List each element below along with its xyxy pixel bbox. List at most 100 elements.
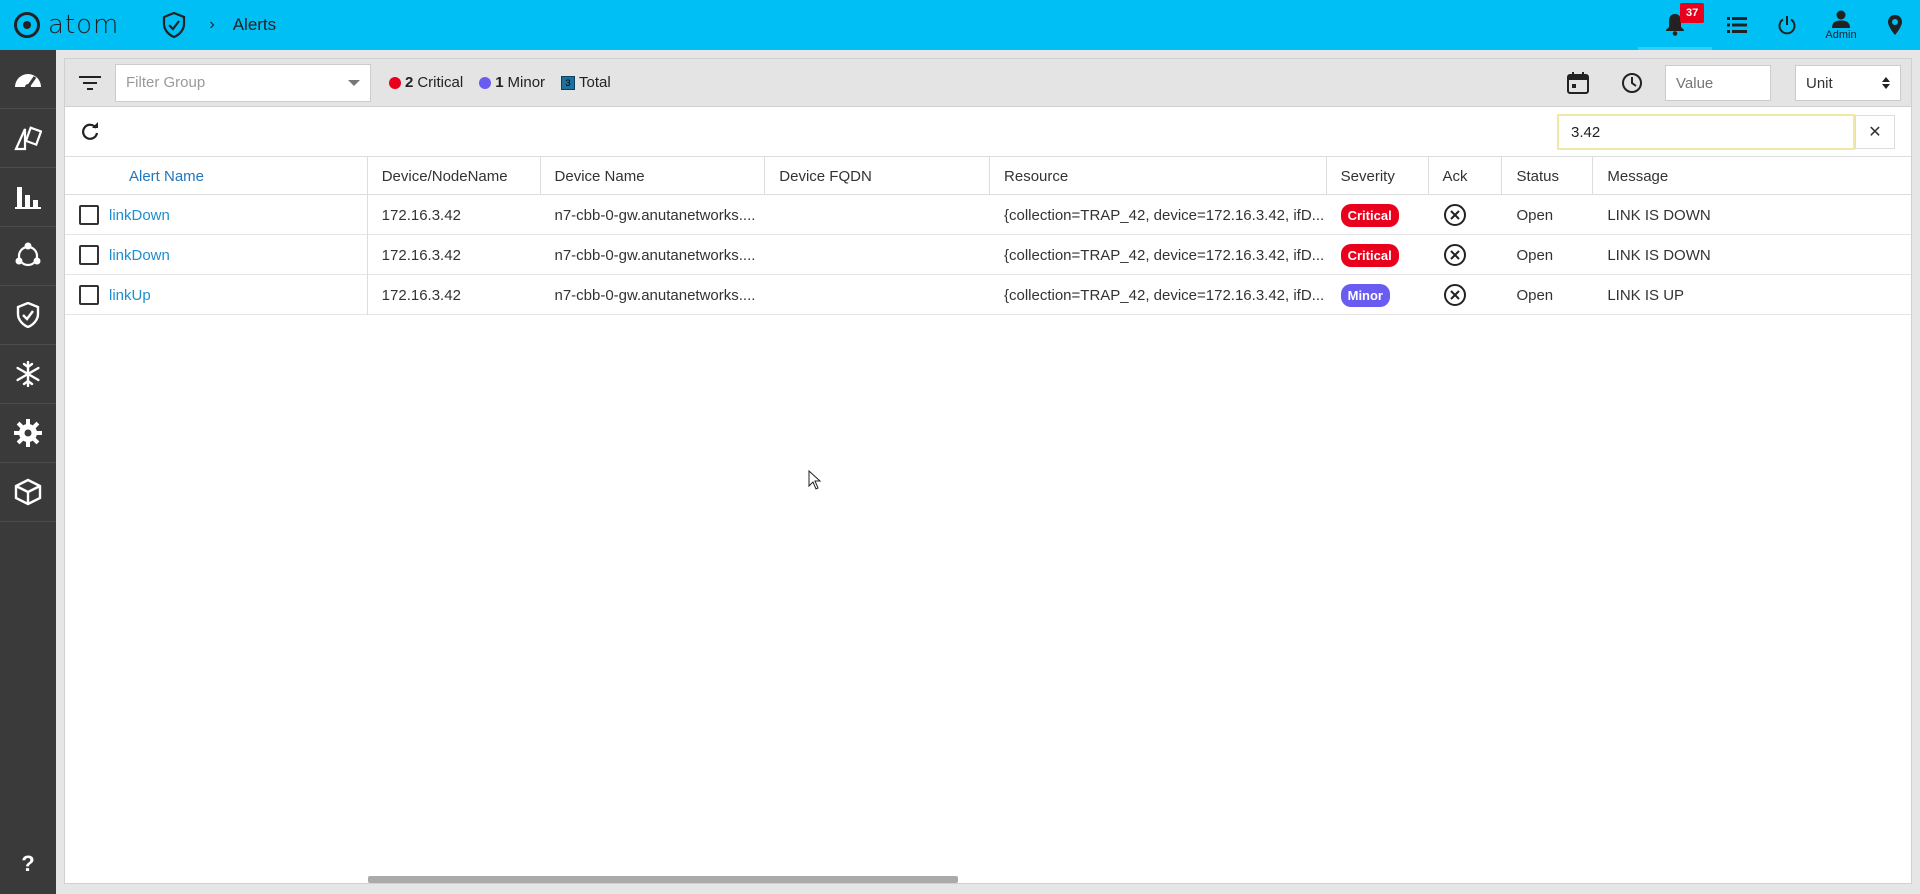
alert-name-cell: linkDown [65, 195, 368, 235]
device-name-cell: n7-cbb-0-gw.anutanetworks.... [554, 246, 756, 264]
calendar-button[interactable] [1551, 64, 1605, 102]
atom-logo-icon [14, 12, 40, 38]
ack-cell [1429, 195, 1503, 235]
table-row[interactable]: linkDown 172.16.3.42 n7-cbb-0-gw.anutane… [65, 235, 1911, 275]
shield-check-icon[interactable] [161, 12, 187, 38]
ack-close-circle-icon[interactable] [1443, 283, 1467, 307]
resource-cell: {collection=TRAP_42, device=172.16.3.42,… [1003, 286, 1325, 304]
shield-check-icon [16, 302, 40, 328]
critical-summary[interactable]: 2 Critical [389, 74, 463, 91]
column-header-status[interactable]: Status [1502, 157, 1594, 195]
ack-close-circle-icon[interactable] [1443, 243, 1467, 267]
location-pin-icon [1888, 15, 1902, 35]
severity-badge: Critical [1340, 243, 1399, 267]
filter-button[interactable] [65, 59, 115, 107]
column-header-severity[interactable]: Severity [1327, 157, 1429, 195]
ack-close-circle-icon[interactable] [1443, 203, 1467, 227]
message-cell: LINK IS DOWN [1607, 246, 1711, 264]
chevron-right-icon: › [209, 16, 215, 33]
alert-name-link[interactable]: linkUp [109, 287, 151, 304]
search-input[interactable] [1557, 114, 1855, 150]
severity-cell: Critical [1327, 235, 1429, 275]
column-header-alert-name[interactable]: Alert Name [65, 157, 368, 195]
critical-count: 2 [405, 74, 414, 91]
resource-cell: {collection=TRAP_42, device=172.16.3.42,… [1003, 206, 1325, 224]
table-row[interactable]: linkDown 172.16.3.42 n7-cbb-0-gw.anutane… [65, 195, 1911, 235]
message-cell: LINK IS UP [1607, 286, 1685, 304]
search-row: ✕ [65, 107, 1911, 157]
ack-cell [1429, 275, 1503, 315]
unit-select[interactable]: Unit [1795, 65, 1901, 101]
node-cell: 172.16.3.42 [381, 206, 461, 224]
filter-group-select[interactable]: Filter Group [115, 63, 371, 102]
time-button[interactable] [1605, 64, 1659, 102]
critical-dot-icon [389, 76, 401, 89]
table-row[interactable]: linkUp 172.16.3.42 n7-cbb-0-gw.anutanetw… [65, 275, 1911, 315]
list-view-button[interactable] [1712, 0, 1762, 50]
horizontal-scrollbar[interactable] [368, 876, 958, 883]
total-label: Total [579, 74, 611, 91]
column-header-message[interactable]: Message [1593, 157, 1911, 195]
network-cycle-icon [15, 242, 41, 267]
clear-search-button[interactable]: ✕ [1855, 115, 1895, 149]
fqdn-cell [765, 195, 990, 235]
top-bar: atom › Alerts 37 Admin [0, 0, 1920, 50]
sidebar-item-dashboard[interactable] [0, 50, 56, 109]
notification-count-badge: 37 [1680, 3, 1705, 23]
sidebar-item-freeze[interactable] [0, 345, 56, 404]
status-cell: Open [1516, 286, 1554, 304]
column-header-ack[interactable]: Ack [1429, 157, 1503, 195]
message-cell: LINK IS DOWN [1607, 206, 1711, 224]
sort-arrows-icon [1882, 77, 1890, 89]
alert-name-link[interactable]: linkDown [109, 207, 170, 224]
filter-group-placeholder: Filter Group [126, 74, 206, 91]
sidebar-item-compliance[interactable] [0, 286, 56, 345]
alerts-panel: Filter Group 2 Critical 1 Minor 3 Total [64, 58, 1912, 884]
user-icon [1832, 10, 1850, 28]
page-title: Alerts [232, 15, 277, 34]
atom-logo[interactable]: atom [14, 10, 119, 40]
sidebar-item-resources[interactable] [0, 109, 56, 168]
value-input[interactable] [1665, 65, 1771, 101]
row-checkbox[interactable] [79, 285, 99, 305]
alerts-table-body: linkDown 172.16.3.42 n7-cbb-0-gw.anutane… [65, 195, 1911, 315]
total-count-box: 3 [561, 75, 576, 90]
speedometer-icon [15, 74, 41, 90]
status-cell: Open [1516, 246, 1554, 264]
minor-summary[interactable]: 1 Minor [479, 74, 545, 91]
row-checkbox[interactable] [79, 245, 99, 265]
row-checkbox[interactable] [79, 205, 99, 225]
sidebar-item-topology[interactable] [0, 227, 56, 286]
severity-cell: Critical [1327, 195, 1429, 235]
column-header-device-nodename[interactable]: Device/NodeName [368, 157, 541, 195]
status-cell: Open [1516, 206, 1554, 224]
total-summary[interactable]: 3 Total [561, 74, 611, 91]
column-header-device-name[interactable]: Device Name [541, 157, 766, 195]
caret-down-icon [348, 79, 360, 86]
help-button[interactable]: ? [0, 844, 56, 884]
node-cell: 172.16.3.42 [381, 246, 461, 264]
list-icon [1727, 17, 1747, 33]
clock-icon [1622, 73, 1642, 93]
sidebar-item-analytics[interactable] [0, 168, 56, 227]
refresh-button[interactable] [77, 119, 103, 145]
critical-label: Critical [417, 74, 464, 91]
notifications-button[interactable]: 37 [1638, 0, 1712, 50]
fqdn-cell [765, 235, 990, 275]
alert-name-link[interactable]: linkDown [109, 247, 170, 264]
alert-name-cell: linkDown [65, 235, 368, 275]
alert-name-cell: linkUp [65, 275, 368, 315]
power-button[interactable] [1762, 0, 1812, 50]
bar-chart-icon [15, 187, 41, 209]
severity-badge: Minor [1340, 283, 1390, 307]
user-label: Admin [1825, 28, 1857, 41]
location-button[interactable] [1870, 0, 1920, 50]
column-header-resource[interactable]: Resource [990, 157, 1327, 195]
resource-cell: {collection=TRAP_42, device=172.16.3.42,… [1003, 246, 1325, 264]
severity-badge: Critical [1340, 203, 1399, 227]
filter-lines-icon [79, 75, 101, 90]
user-menu-button[interactable]: Admin [1812, 0, 1870, 50]
sidebar-item-settings[interactable] [0, 404, 56, 463]
sidebar-item-packages[interactable] [0, 463, 56, 522]
column-header-device-fqdn[interactable]: Device FQDN [765, 157, 991, 195]
